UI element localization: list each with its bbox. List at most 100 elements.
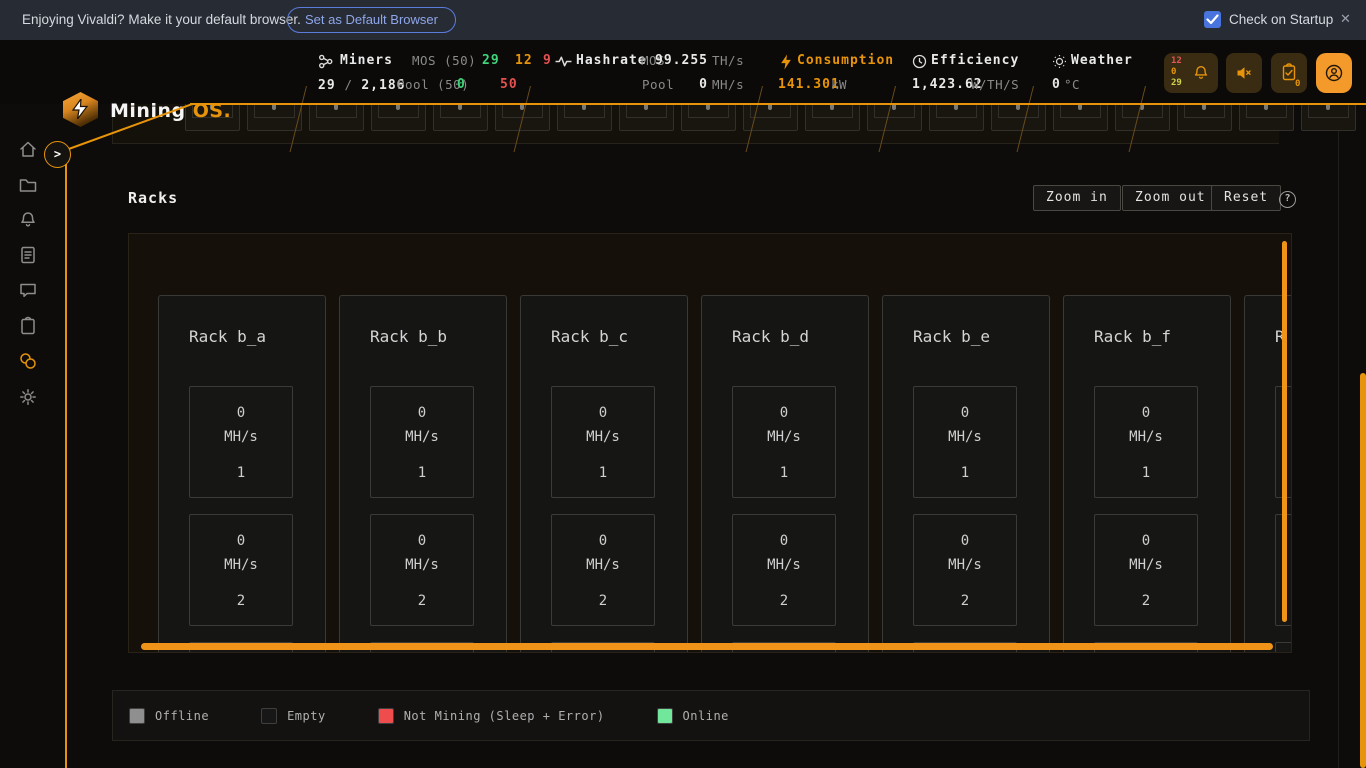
rack-cell[interactable]: 0MH/s1 — [732, 386, 836, 498]
miner-slot[interactable] — [309, 104, 364, 131]
rack-cell[interactable]: 0MH/s1 — [551, 386, 655, 498]
racks-vertical-scrollbar[interactable] — [1282, 241, 1287, 622]
miner-slot[interactable] — [991, 104, 1046, 131]
cell-slot-number: 2 — [1142, 589, 1150, 613]
miner-slot[interactable] — [929, 104, 984, 131]
weather-icon — [1052, 54, 1067, 69]
cell-hashrate: 0 — [418, 529, 426, 553]
check-on-startup-checkbox[interactable] — [1204, 11, 1221, 28]
notifications-button[interactable]: 12 0 29 — [1164, 53, 1218, 93]
bell-icon — [18, 210, 38, 230]
cell-hashrate: 0 — [1142, 401, 1150, 425]
clipped-glyph — [1326, 105, 1330, 110]
rack-cell[interactable]: 0MH/s1 — [189, 386, 293, 498]
legend-swatch — [657, 708, 673, 724]
coins-icon — [18, 351, 38, 371]
legend-swatch — [261, 708, 277, 724]
mining-os-app: Enjoying Vivaldi? Make it your default b… — [0, 0, 1366, 768]
set-default-browser-button[interactable]: Set as Default Browser — [287, 7, 456, 33]
rack-cell[interactable]: 0MH/s2 — [913, 514, 1017, 626]
hashrate-pool-unit: MH/s — [712, 77, 744, 92]
miner-slot[interactable] — [1239, 104, 1294, 131]
rack-cell[interactable]: 0MH/s1 — [913, 386, 1017, 498]
mute-button[interactable] — [1226, 53, 1262, 93]
sidebar-item-chat[interactable] — [18, 280, 38, 300]
miner-slot-inner — [812, 104, 853, 118]
help-icon[interactable]: ? — [1279, 191, 1296, 208]
miners-mos-error: 9 — [543, 53, 552, 68]
miner-slot[interactable] — [681, 104, 736, 131]
miner-slot[interactable] — [247, 104, 302, 131]
sidebar-item-reports[interactable] — [18, 245, 38, 265]
zoom-in-button[interactable]: Zoom in — [1033, 185, 1121, 211]
sidebar-item-mining[interactable] — [18, 351, 38, 371]
legend-label: Online — [683, 709, 729, 723]
cell-hashrate: 0 — [237, 529, 245, 553]
miner-slot-inner — [936, 104, 977, 118]
clipped-glyph — [892, 105, 896, 110]
miner-slot[interactable] — [619, 104, 674, 131]
miners-mos-label: MOS (50) — [412, 53, 476, 68]
miner-slot[interactable] — [1053, 104, 1108, 131]
close-icon[interactable]: ✕ — [1340, 11, 1351, 27]
cell-hashrate: 0 — [237, 401, 245, 425]
rack-cell[interactable]: 0MH/s2 — [551, 514, 655, 626]
rack-cell[interactable]: 0MH/s2 — [732, 514, 836, 626]
rack-cell[interactable]: 0MH/s2 — [1094, 514, 1198, 626]
lightning-icon — [71, 99, 89, 119]
miner-slot[interactable] — [1115, 104, 1170, 131]
page-scrollbar[interactable] — [1360, 373, 1366, 768]
clipped-glyph — [458, 105, 462, 110]
rack-card: Rack b_e 0MH/s1 0MH/s2 — [882, 295, 1050, 653]
miners-pool-error: 50 — [500, 77, 518, 92]
legend-item: Not Mining (Sleep + Error) — [378, 708, 605, 724]
cell-unit: MH/s — [405, 553, 439, 577]
miner-slot[interactable] — [805, 104, 860, 131]
rack-cell[interactable]: 0MH/s2 — [370, 514, 474, 626]
weather-label: Weather — [1071, 53, 1133, 68]
miner-slot[interactable] — [1301, 104, 1356, 131]
zoom-out-button[interactable]: Zoom out — [1122, 185, 1219, 211]
rack-cell-clipped[interactable] — [1275, 642, 1292, 653]
miner-slot-inner — [1122, 104, 1163, 118]
miner-slot[interactable] — [371, 104, 426, 131]
miner-slot-inner — [626, 104, 667, 118]
miner-slot[interactable] — [867, 104, 922, 131]
miners-icon — [318, 54, 334, 69]
legend-label: Offline — [155, 709, 209, 723]
cell-unit: MH/s — [405, 425, 439, 449]
miners-pool-ok: 0 — [457, 77, 466, 92]
rack-title: Rack b_d — [732, 327, 809, 346]
rack-cell[interactable]: 0MH/s2 — [189, 514, 293, 626]
tasks-button[interactable]: 0 — [1271, 53, 1307, 93]
clipped-glyph — [1078, 105, 1082, 110]
rack-card: Rack b_d 0MH/s1 0MH/s2 — [701, 295, 869, 653]
clipboard-icon — [18, 316, 38, 336]
racks-horizontal-scrollbar[interactable] — [141, 643, 1273, 650]
legend-label: Empty — [287, 709, 326, 723]
rack-cell[interactable]: 0MH/s1 — [1094, 386, 1198, 498]
sidebar-item-files[interactable] — [18, 175, 38, 195]
sidebar-item-alerts[interactable] — [18, 210, 38, 230]
cell-unit: MH/s — [224, 553, 258, 577]
vivaldi-banner: Enjoying Vivaldi? Make it your default b… — [0, 0, 1366, 40]
miner-slot[interactable] — [1177, 104, 1232, 131]
account-button[interactable] — [1316, 53, 1352, 93]
rack-title: Rack b_e — [913, 327, 990, 346]
miner-slot[interactable] — [557, 104, 612, 131]
status-legend: Offline Empty Not Mining (Sleep + Error) On… — [112, 690, 1310, 741]
sidebar-item-home[interactable] — [18, 139, 38, 159]
consumption-unit: kW — [831, 77, 847, 92]
sidebar-item-settings[interactable] — [18, 387, 38, 407]
cell-slot-number: 1 — [780, 461, 788, 485]
reset-button[interactable]: Reset — [1211, 185, 1281, 211]
top-slot-row — [185, 104, 1356, 131]
sidebar-expand-button[interactable]: > — [44, 141, 71, 168]
cell-unit: MH/s — [1129, 553, 1163, 577]
miner-slot[interactable] — [433, 104, 488, 131]
rack-cell[interactable]: 0MH/s1 — [370, 386, 474, 498]
clipped-glyph — [272, 105, 276, 110]
cell-slot-number: 2 — [961, 589, 969, 613]
clipped-glyph — [706, 105, 710, 110]
sidebar-item-tasks[interactable] — [18, 316, 38, 336]
